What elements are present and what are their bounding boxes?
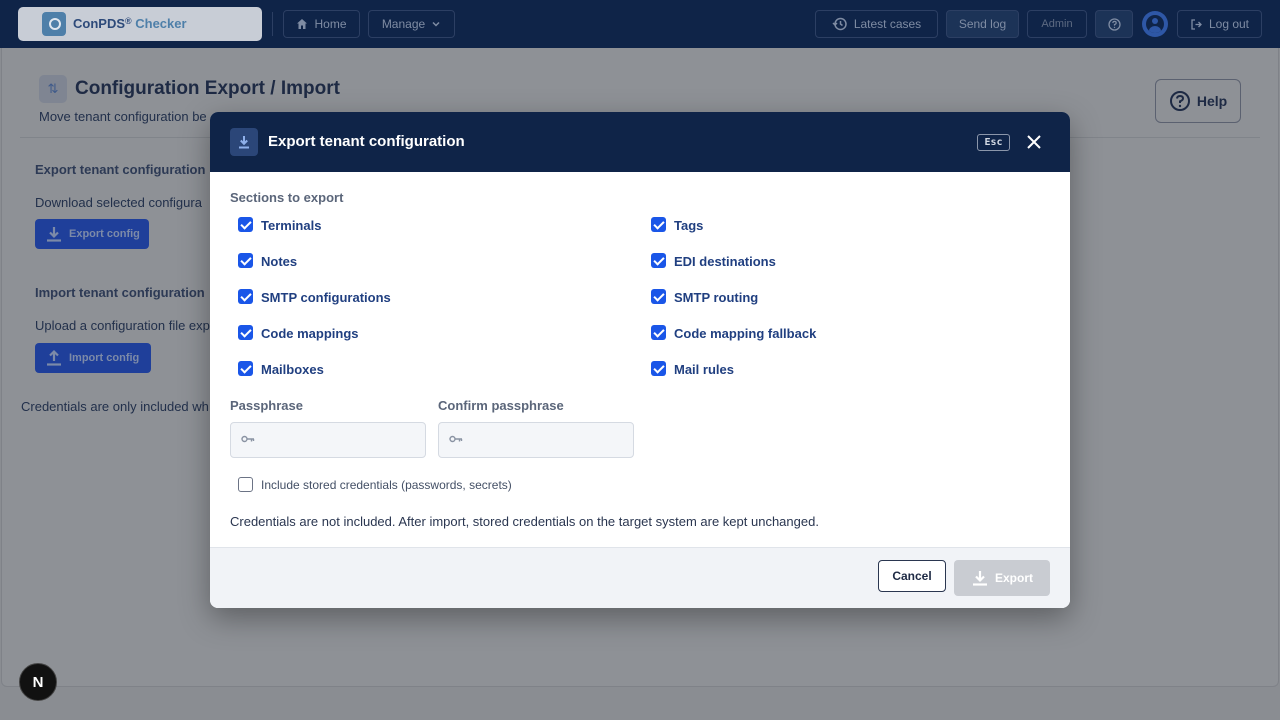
next-dev-indicator-button[interactable]: N — [19, 663, 57, 701]
checkbox-notes[interactable] — [238, 253, 253, 268]
export-section-desc: Download selected configura — [35, 195, 202, 210]
confirm-passphrase-field[interactable] — [438, 422, 634, 458]
checkbox-smtp-routing[interactable] — [651, 289, 666, 304]
download-icon — [230, 128, 258, 156]
logout-icon — [1191, 18, 1202, 30]
nav-divider — [272, 12, 273, 36]
sections-label: Sections to export — [230, 190, 344, 205]
admin-button[interactable]: Admin — [1027, 10, 1087, 38]
download-icon — [47, 227, 61, 242]
checkbox-code-mappings[interactable] — [238, 325, 253, 340]
checkbox-label-smtp-routing: SMTP routing — [674, 290, 759, 305]
send-log-button[interactable]: Send log — [946, 10, 1019, 38]
home-icon — [297, 19, 308, 29]
checkbox-smtp-configurations[interactable] — [238, 289, 253, 304]
confirm-passphrase-input[interactable] — [471, 427, 627, 453]
checkbox-label-mail-rules: Mail rules — [674, 362, 734, 377]
import-config-button[interactable]: Import config — [35, 343, 151, 373]
checkbox-mail-rules[interactable] — [651, 361, 666, 376]
brand-logo[interactable]: ConPDS® Checker — [18, 7, 262, 41]
send-log-label: Send log — [958, 17, 1007, 31]
user-avatar[interactable] — [1142, 11, 1168, 37]
latest-cases-button[interactable]: Latest cases — [815, 10, 938, 38]
help-nav-button[interactable] — [1095, 10, 1133, 38]
manage-menu-button[interactable]: Manage — [368, 10, 455, 38]
export-label: Export — [994, 571, 1033, 585]
credentials-info-note: Credentials are not included. After impo… — [230, 514, 819, 529]
checkbox-label-tags: Tags — [674, 218, 704, 233]
cancel-button[interactable]: Cancel — [878, 560, 946, 592]
export-modal: Export tenant configuration Esc Cancel E… — [210, 112, 1070, 608]
magnifier-logo-icon — [42, 12, 66, 36]
modal-footer: Cancel Export — [210, 547, 1070, 608]
brand-suffix: Checker — [131, 16, 187, 31]
page-subtitle: Move tenant configuration be — [39, 109, 207, 124]
checkbox-mailboxes[interactable] — [238, 361, 253, 376]
question-circle-icon — [1169, 91, 1190, 111]
chevron-down-icon — [432, 21, 440, 27]
home-label: Home — [314, 17, 347, 31]
checkbox-label-mailboxes: Mailboxes — [261, 362, 324, 377]
manage-label: Manage — [381, 17, 426, 31]
import-config-label: Import config — [69, 352, 140, 364]
esc-key-hint: Esc — [977, 134, 1010, 151]
checkbox-label-edi-destinations: EDI destinations — [674, 254, 776, 269]
question-circle-icon — [1107, 17, 1121, 31]
checkbox-label-code-mapping-fallback: Code mapping fallback — [674, 326, 817, 341]
swap-vertical-icon: ⇅ — [39, 75, 67, 103]
page-title: Configuration Export / Import — [75, 78, 340, 99]
checkbox-tags[interactable] — [651, 217, 666, 232]
confirm-passphrase-label: Confirm passphrase — [438, 398, 564, 413]
modal-header: Export tenant configuration Esc — [210, 112, 1070, 172]
logout-label: Log out — [1208, 17, 1250, 31]
top-navbar: ConPDS® Checker Home Manage Latest cases… — [0, 0, 1280, 48]
user-icon — [1146, 15, 1164, 33]
key-icon — [449, 435, 463, 443]
export-config-label: Export config — [69, 228, 140, 240]
import-section-title: Import tenant configuration — [35, 285, 205, 300]
modal-title: Export tenant configuration — [268, 133, 465, 150]
checkbox-code-mapping-fallback[interactable] — [651, 325, 666, 340]
checkbox-label-code-mappings: Code mappings — [261, 326, 359, 341]
passphrase-input[interactable] — [263, 427, 419, 453]
key-icon — [241, 435, 255, 443]
export-config-button[interactable]: Export config — [35, 219, 149, 249]
help-button[interactable]: Help — [1155, 79, 1241, 123]
checkbox-label-notes: Notes — [261, 254, 298, 269]
checkbox-edi-destinations[interactable] — [651, 253, 666, 268]
export-section-title: Export tenant configuration — [35, 162, 206, 177]
checkbox-terminals[interactable] — [238, 217, 253, 232]
credentials-note: Credentials are only included wh — [21, 399, 209, 414]
history-icon — [832, 17, 847, 31]
brand-name: ConPDS — [73, 16, 125, 31]
upload-icon — [47, 349, 61, 366]
logout-button[interactable]: Log out — [1177, 10, 1262, 38]
import-section-desc: Upload a configuration file exp — [35, 318, 210, 333]
admin-label: Admin — [1041, 18, 1073, 30]
checkbox-label-smtp-configurations: SMTP configurations — [261, 290, 391, 305]
home-button[interactable]: Home — [283, 10, 360, 38]
export-button[interactable]: Export — [954, 560, 1050, 596]
include-credentials-label: Include stored credentials (passwords, s… — [261, 478, 512, 492]
help-label: Help — [1196, 93, 1228, 109]
passphrase-label: Passphrase — [230, 398, 303, 413]
checkbox-include-credentials[interactable] — [238, 477, 253, 492]
download-icon — [972, 571, 987, 586]
passphrase-field[interactable] — [230, 422, 426, 458]
close-icon[interactable] — [1024, 132, 1044, 152]
brand-reg-mark: ® — [125, 16, 132, 26]
latest-cases-label: Latest cases — [853, 17, 922, 31]
fab-label: N — [32, 673, 44, 691]
checkbox-label-terminals: Terminals — [261, 218, 322, 233]
